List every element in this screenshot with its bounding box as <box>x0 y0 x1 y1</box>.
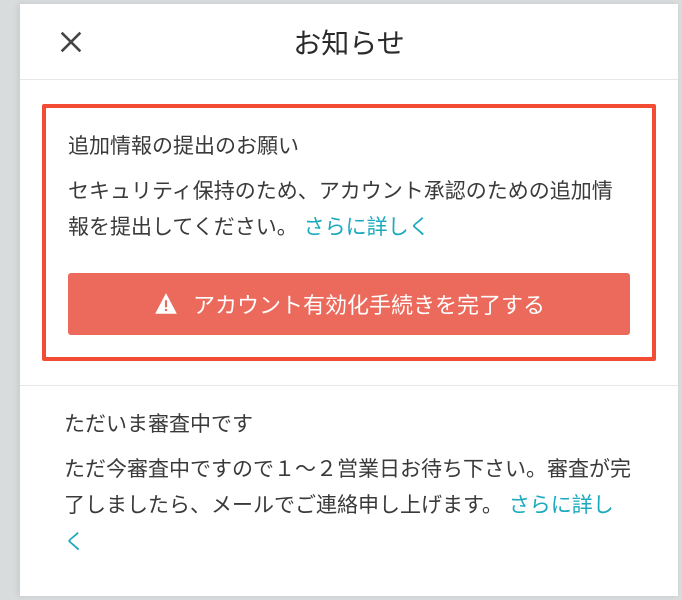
close-icon <box>57 28 85 56</box>
modal-header: お知らせ <box>20 4 678 80</box>
notice-learn-more-link[interactable]: さらに詳しく <box>304 216 430 239</box>
warning-icon <box>153 291 179 317</box>
notice-card: 追加情報の提出のお願い セキュリティ保持のため、アカウント承認のための追加情報を… <box>42 104 656 361</box>
notice-title: 追加情報の提出のお願い <box>68 130 630 164</box>
status-title: ただいま審査中です <box>64 408 634 442</box>
notification-modal: お知らせ 追加情報の提出のお願い セキュリティ保持のため、アカウント承認のための… <box>20 4 678 596</box>
action-button-label: アカウント有効化手続きを完了する <box>193 288 545 320</box>
status-body: ただ今審査中ですので１〜２営業日お待ち下さい。審査が完了しましたら、メールでご連… <box>64 452 634 562</box>
modal-title: お知らせ <box>20 22 678 62</box>
close-button[interactable] <box>54 25 88 59</box>
complete-activation-button[interactable]: アカウント有効化手続きを完了する <box>68 273 630 335</box>
notice-body: セキュリティ保持のため、アカウント承認のための追加情報を提出してください。 さら… <box>68 174 630 248</box>
status-card: ただいま審査中です ただ今審査中ですので１〜２営業日お待ち下さい。審査が完了しま… <box>20 386 678 584</box>
